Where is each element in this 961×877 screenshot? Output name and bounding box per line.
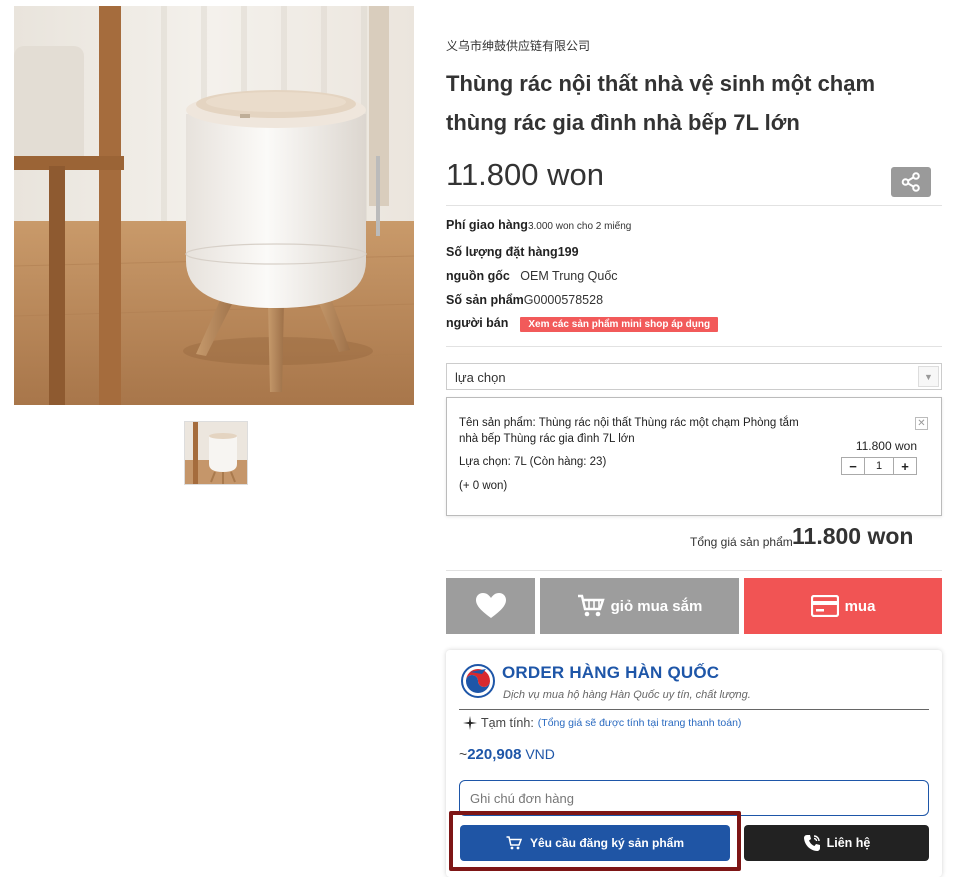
shipping-value: 3.000 won cho 2 miếng [527,221,632,232]
quantity-plus-button[interactable]: + [894,458,916,474]
order-qty-label: Số lượng đặt hàng [446,245,558,259]
order-logo [461,664,495,698]
chevron-down-icon: ▼ [918,366,939,387]
divider [459,709,929,710]
request-product-label: Yêu cầu đăng ký sản phẩm [529,836,685,850]
product-main-image [14,6,414,405]
option-select-value: lựa chọn [455,370,506,385]
buy-now-button[interactable]: mua [744,578,942,634]
product-no-value: G0000578528 [523,293,604,307]
estimate-note: (Tổng giá sẽ được tính tại trang thanh t… [537,717,742,729]
phone-icon [803,835,820,851]
order-title: ORDER HÀNG HÀN QUỐC [502,663,720,682]
divider [446,346,942,347]
option-select[interactable]: lựa chọn ▼ [446,363,942,390]
divider [446,205,942,206]
vnd-prefix: ~ [459,746,468,762]
quantity-input[interactable]: 1 [864,458,894,474]
estimate-row: Tạm tính: (Tổng giá sẽ được tính tại tra… [463,716,741,730]
order-subtitle: Dịch vụ mua hộ hàng Hàn Quốc uy tín, chấ… [503,689,751,701]
estimate-vnd: ~220,908 VND [459,746,555,763]
heart-icon [475,593,506,618]
product-no-label: Số sản phẩm [446,293,524,307]
wishlist-button[interactable] [446,578,535,634]
add-to-cart-label: giỏ mua sắm [610,597,703,615]
option-choice: Lựa chọn: 7L (Còn hàng: 23) [459,456,607,468]
quantity-stepper: − 1 + [841,457,917,475]
product-price: 11.800 won [446,157,604,192]
seller-label: người bán [446,316,509,330]
product-title: Thùng rác nội thất nhà vệ sinh một chạm … [446,71,876,135]
total-value: 11.800 won [792,523,914,549]
option-price: 11.800 won [855,439,917,453]
vnd-currency: VND [525,746,555,762]
vnd-amount: 220,908 [467,746,522,763]
option-product-name: Tên sản phẩm: Thùng rác nội thất Thùng r… [459,417,799,445]
sparkle-icon [463,716,477,730]
origin-label: nguồn gốc [446,269,510,283]
buy-now-label: mua [844,597,876,615]
selected-option-card: Tên sản phẩm: Thùng rác nội thất Thùng r… [446,397,942,516]
shipping-row: Phí giao hàng3.000 won cho 2 miếng [446,218,631,232]
share-icon [901,172,920,192]
divider [446,570,942,571]
mini-shop-link[interactable]: Xem các sản phẩm mini shop áp dụng [520,317,719,332]
estimate-label: Tạm tính: [481,716,534,730]
total-label: Tổng giá sản phẩm [690,535,793,549]
option-extra-price: (+ 0 won) [459,480,508,492]
seller-row: người bán Xem các sản phẩm mini shop áp d… [446,316,719,332]
add-to-cart-button[interactable]: giỏ mua sắm [540,578,739,634]
cart-icon [577,594,605,617]
shipping-label: Phí giao hàng [446,218,528,232]
product-no-row: Số sản phẩmG0000578528 [446,293,603,307]
origin-row: nguồn gốc OEM Trung Quốc [446,269,618,283]
close-icon[interactable]: ✕ [915,417,928,430]
share-button[interactable] [891,167,931,197]
request-product-button[interactable]: Yêu cầu đăng ký sản phẩm [460,825,730,861]
order-qty-row: Số lượng đặt hàng199 [446,245,579,259]
contact-button[interactable]: Liên hệ [744,825,929,861]
order-qty-value: 199 [557,245,579,259]
card-icon [810,595,839,617]
product-thumbnail[interactable] [184,421,248,485]
quantity-minus-button[interactable]: − [842,458,864,474]
seller-name: 义乌市绅鼓供应链有限公司 [446,39,591,53]
contact-label: Liên hệ [826,836,871,850]
cart-icon [506,836,522,850]
origin-value: OEM Trung Quốc [520,269,618,283]
